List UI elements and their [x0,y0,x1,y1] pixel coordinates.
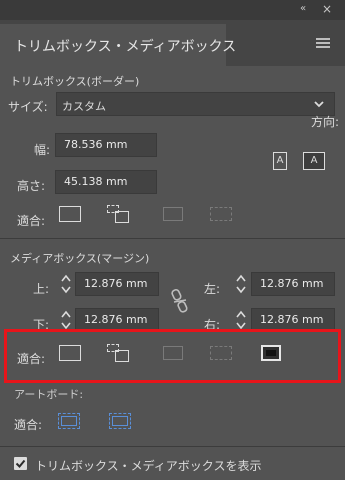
width-input[interactable]: 78.536 mm [55,133,157,157]
fit-selection-icon[interactable] [107,205,129,223]
artboard-fit-icon[interactable] [58,413,80,429]
divider [0,446,345,447]
close-icon[interactable]: × [322,2,332,16]
orientation-label: 方向: [311,115,340,129]
height-input[interactable]: 45.138 mm [55,170,157,194]
left-margin-stepper-icon[interactable] [234,273,248,295]
left-margin-input[interactable]: 12.876 mm [251,272,335,296]
fit-artwork-icon[interactable] [59,206,81,222]
top-margin-stepper-icon[interactable] [59,273,73,295]
divider [0,238,345,239]
show-boxes-checkbox[interactable] [14,457,27,470]
height-label: 高さ: [17,179,46,193]
panel-titlebar [0,0,345,20]
portrait-orientation-icon[interactable]: A [273,152,287,170]
mediabox-section-label: メディアボックス(マージン) [10,252,150,265]
top-margin-label: 上: [33,282,50,296]
right-margin-stepper-icon[interactable] [234,309,248,331]
tab-label: トリムボックス・メディアボックス [14,39,237,55]
top-margin-input[interactable]: 12.876 mm [75,272,159,296]
landscape-orientation-icon[interactable]: A [303,152,325,170]
artboard-section-label: アートボード: [14,388,84,401]
collapse-icon[interactable]: « [300,3,306,14]
checkmark-icon [15,459,26,468]
highlight-box [4,329,341,383]
chevron-down-icon [314,101,324,108]
show-boxes-label[interactable]: トリムボックス・メディアボックスを表示 [35,457,261,474]
trimbox-section-label: トリムボックス(ボーダー) [10,75,140,88]
width-label: 幅: [34,143,51,157]
artboard-fit-bleed-icon[interactable] [109,413,131,429]
link-icon[interactable] [171,288,189,314]
fit-crop-icon [163,207,183,221]
trimbox-fit-label: 適合: [17,214,46,228]
panel-menu-icon[interactable] [316,38,330,48]
artboard-fit-label: 適合: [14,418,43,432]
size-select-value: カスタム [62,100,106,113]
left-margin-label: 左: [204,282,221,296]
size-label: サイズ: [8,100,48,114]
fit-bleed-icon [210,207,232,221]
bottom-margin-stepper-icon[interactable] [59,309,73,331]
